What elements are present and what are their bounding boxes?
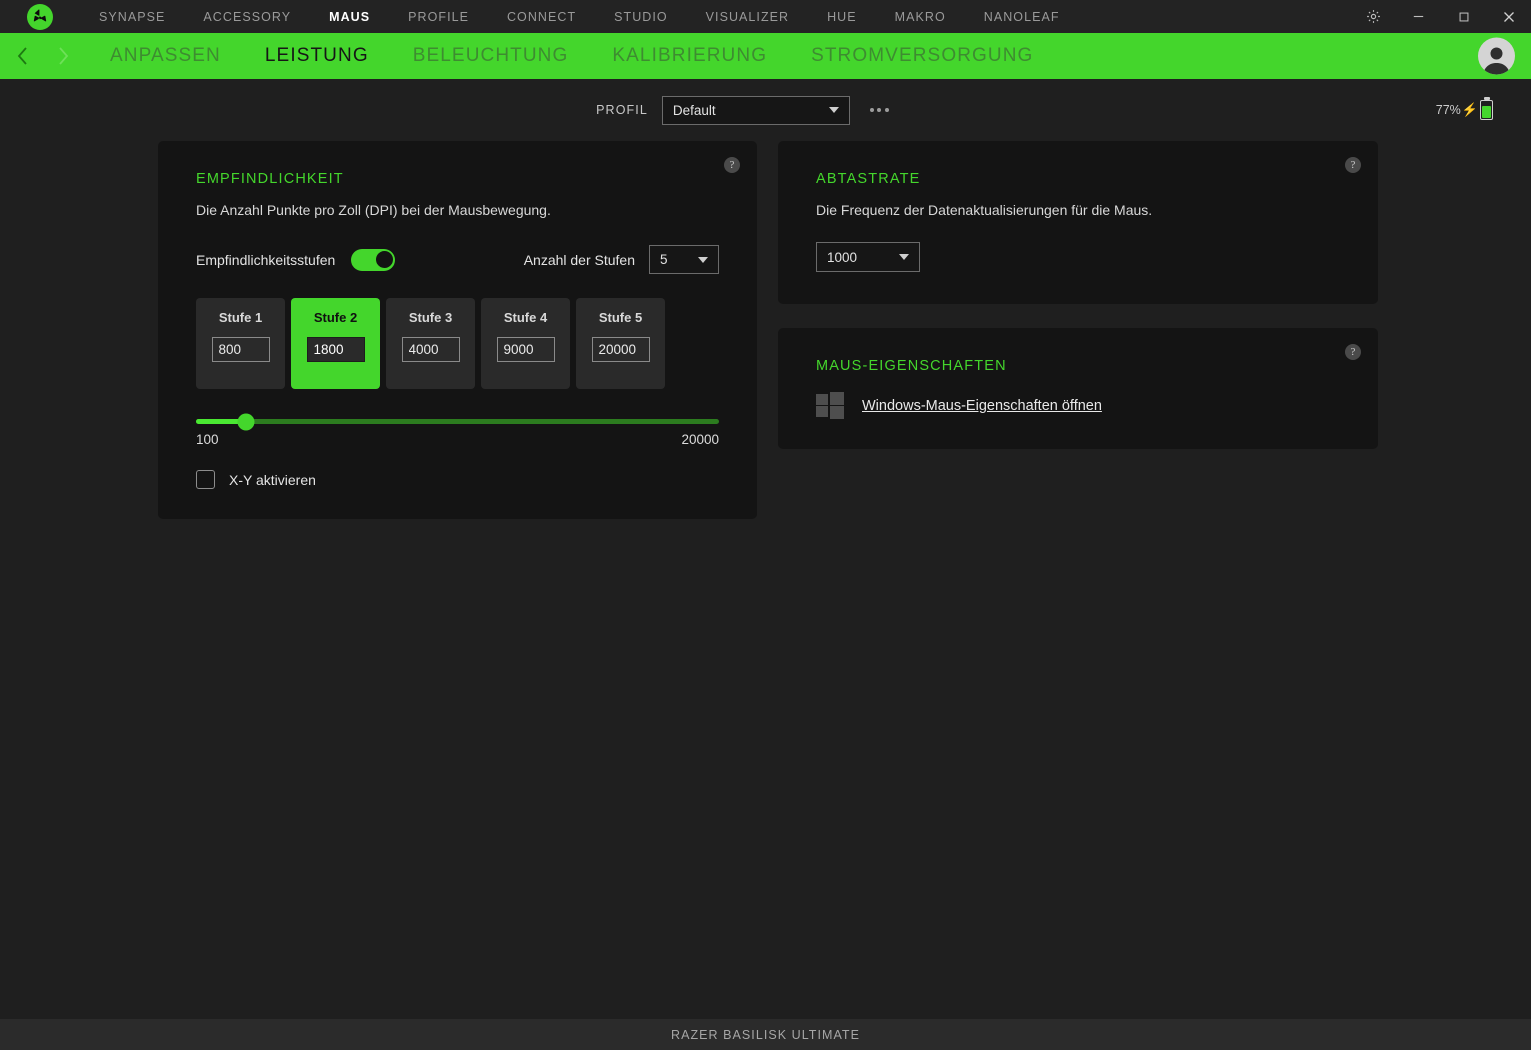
mouse-properties-panel-title: MAUS-EIGENSCHAFTEN <box>816 358 1007 374</box>
dpi-slider-knob[interactable] <box>237 413 255 430</box>
dpi-slider-min-label: 100 <box>196 432 219 447</box>
chevron-down-icon <box>828 107 839 113</box>
dpi-stage-name: Stufe 3 <box>408 310 453 325</box>
app-tab-studio[interactable]: STUDIO <box>595 0 687 33</box>
sensitivity-panel: ? EMPFINDLICHKEIT Die Anzahl Punkte pro … <box>158 141 757 519</box>
chevron-right-icon[interactable] <box>50 41 76 71</box>
tab-stromversorgung[interactable]: STROMVERSORGUNG <box>789 33 1055 79</box>
window-controls <box>1351 0 1531 33</box>
dpi-stage-input[interactable] <box>591 337 650 362</box>
ellipsis-icon <box>884 108 889 112</box>
app-tab-connect[interactable]: CONNECT <box>488 0 595 33</box>
dpi-stage-name: Stufe 2 <box>313 310 358 325</box>
polling-rate-value: 1000 <box>827 249 858 265</box>
app-tab-maus[interactable]: MAUS <box>310 0 389 33</box>
dpi-slider-track[interactable] <box>196 413 719 430</box>
app-tab-strip: SYNAPSE ACCESSORY MAUS PROFILE CONNECT S… <box>80 0 1079 33</box>
app-tab-visualizer[interactable]: VISUALIZER <box>687 0 808 33</box>
dpi-stage-input[interactable] <box>496 337 555 362</box>
polling-rate-select[interactable]: 1000 <box>816 242 920 272</box>
nav-arrows <box>0 41 76 71</box>
maximize-icon[interactable] <box>1441 0 1486 33</box>
stage-count-label: Anzahl der Stufen <box>523 251 635 268</box>
help-icon[interactable]: ? <box>724 157 740 173</box>
device-footer: RAZER BASILISK ULTIMATE <box>0 1019 1531 1050</box>
app-tab-profile[interactable]: PROFILE <box>389 0 488 33</box>
profile-row: PROFIL Default 77% ⚡ <box>0 79 1531 141</box>
minimize-icon[interactable] <box>1396 0 1441 33</box>
chevron-down-icon <box>698 256 708 263</box>
tab-leistung[interactable]: LEISTUNG <box>243 33 391 79</box>
section-tab-bar: ANPASSEN LEISTUNG BELEUCHTUNG KALIBRIERU… <box>0 33 1531 79</box>
dpi-stage-name: Stufe 1 <box>218 310 263 325</box>
chevron-left-icon[interactable] <box>10 41 36 71</box>
dpi-stage-name: Stufe 5 <box>598 310 643 325</box>
razer-logo-icon <box>27 3 53 30</box>
app-tab-hue[interactable]: HUE <box>808 0 876 33</box>
chevron-down-icon <box>899 254 909 260</box>
dpi-stage-input[interactable] <box>306 337 365 362</box>
toggle-knob <box>374 250 394 269</box>
close-icon[interactable] <box>1486 0 1531 33</box>
profile-label: PROFIL <box>596 103 648 117</box>
dpi-stage-card[interactable]: Stufe 1 <box>196 298 285 389</box>
profile-more-button[interactable] <box>864 102 895 118</box>
xy-checkbox[interactable] <box>196 470 215 489</box>
polling-rate-panel-description: Die Frequenz der Datenaktualisierungen f… <box>816 202 1153 218</box>
dpi-stage-card[interactable]: Stufe 4 <box>481 298 570 389</box>
sensitivity-panel-description: Die Anzahl Punkte pro Zoll (DPI) bei der… <box>196 202 551 218</box>
help-icon[interactable]: ? <box>1345 157 1361 173</box>
gear-icon[interactable] <box>1351 0 1396 33</box>
dpi-stage-name: Stufe 4 <box>503 310 548 325</box>
app-logo[interactable] <box>0 3 80 30</box>
xy-checkbox-label: X-Y aktivieren <box>229 471 316 488</box>
polling-rate-panel-title: ABTASTRATE <box>816 171 921 187</box>
tab-anpassen[interactable]: ANPASSEN <box>88 33 243 79</box>
dpi-stage-card[interactable]: Stufe 2 <box>291 298 380 389</box>
dpi-stage-card[interactable]: Stufe 5 <box>576 298 665 389</box>
app-tab-accessory[interactable]: ACCESSORY <box>184 0 310 33</box>
open-windows-mouse-properties-link[interactable]: Windows-Maus-Eigenschaften öffnen <box>862 398 1102 414</box>
lightning-bolt-icon: ⚡ <box>1461 102 1478 117</box>
stage-count-select[interactable]: 5 <box>649 245 719 274</box>
windows-logo-icon <box>816 392 844 419</box>
app-tab-synapse[interactable]: SYNAPSE <box>80 0 184 33</box>
profile-select[interactable]: Default <box>661 95 850 125</box>
battery-icon <box>1480 100 1493 120</box>
app-tab-makro[interactable]: MAKRO <box>876 0 965 33</box>
user-avatar-icon[interactable] <box>1478 37 1515 75</box>
mouse-properties-panel: ? MAUS-EIGENSCHAFTEN Windows-Maus-Eigens… <box>778 328 1378 449</box>
battery-status[interactable]: 77% ⚡ <box>1436 100 1493 120</box>
help-icon[interactable]: ? <box>1345 344 1361 360</box>
dpi-stage-input[interactable] <box>401 337 460 362</box>
ellipsis-icon <box>877 108 882 112</box>
sensitivity-panel-title: EMPFINDLICHKEIT <box>196 171 344 187</box>
stage-count-value: 5 <box>660 252 668 267</box>
ellipsis-icon <box>869 108 874 112</box>
device-name: RAZER BASILISK ULTIMATE <box>671 1027 860 1042</box>
app-tab-nanoleaf[interactable]: NANOLEAF <box>965 0 1079 33</box>
main-content: ? EMPFINDLICHKEIT Die Anzahl Punkte pro … <box>0 141 1531 519</box>
dpi-stage-input[interactable] <box>211 337 270 362</box>
profile-select-value: Default <box>672 102 716 118</box>
battery-percent: 77% <box>1435 103 1461 117</box>
stages-toggle[interactable] <box>351 248 396 271</box>
tab-beleuchtung[interactable]: BELEUCHTUNG <box>391 33 591 79</box>
dpi-slider[interactable]: 100 20000 <box>196 413 719 447</box>
section-tabs: ANPASSEN LEISTUNG BELEUCHTUNG KALIBRIERU… <box>88 33 1055 79</box>
dpi-stage-card[interactable]: Stufe 3 <box>386 298 475 389</box>
tab-kalibrierung[interactable]: KALIBRIERUNG <box>590 33 789 79</box>
dpi-slider-max-label: 20000 <box>681 432 719 447</box>
polling-rate-panel: ? ABTASTRATE Die Frequenz der Datenaktua… <box>778 141 1378 304</box>
stages-toggle-label: Empfindlichkeitsstufen <box>196 251 336 268</box>
dpi-stage-cards: Stufe 1 Stufe 2 Stufe 3 Stufe 4 <box>196 298 719 389</box>
title-bar: SYNAPSE ACCESSORY MAUS PROFILE CONNECT S… <box>0 0 1531 33</box>
